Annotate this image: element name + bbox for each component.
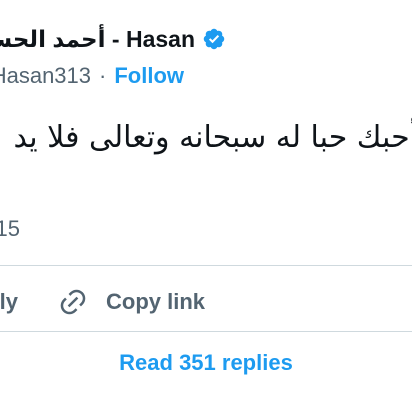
author-handle-row: @AhmedHasan313 · Follow [0,60,184,92]
author-display-name[interactable]: أحمد الحسن - Hasan [0,26,195,53]
read-replies-label: Read 351 replies [119,350,293,375]
link-icon [58,287,88,317]
actions-row: Reply Copy link [0,280,412,324]
actions-top-divider [0,265,412,266]
follow-button[interactable]: Follow [114,63,184,89]
tweet-timestamp[interactable]: 15 [0,216,20,242]
read-replies-button[interactable]: Read 351 replies [0,343,412,383]
reply-button[interactable]: Reply [0,289,18,315]
actions-bottom-divider [0,331,412,332]
copy-link-label: Copy link [106,289,206,314]
author-handle[interactable]: @AhmedHasan313 [0,63,91,89]
tweet-text: أحبك حبا له سبحانه وتعالى فلا يد [13,120,412,155]
tweet-embed: أحمد الحسن - Hasan @AhmedHasan313 · Foll… [0,0,412,412]
author-name-row: أحمد الحسن - Hasan [0,22,226,56]
verified-badge-icon [202,27,226,51]
copy-link-button[interactable]: Copy link [58,287,205,317]
separator-dot: · [99,63,107,88]
